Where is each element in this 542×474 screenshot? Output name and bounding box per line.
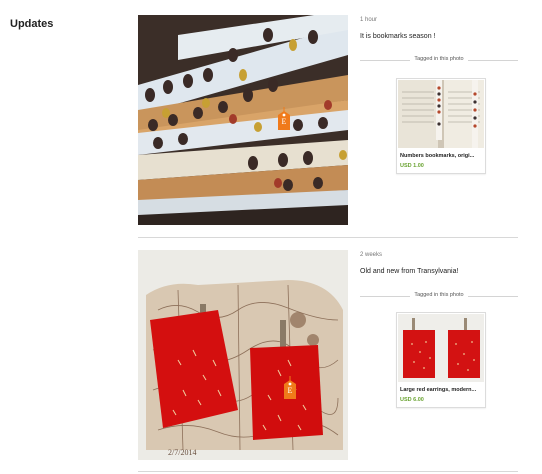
update-post: 2/7/2014 E 2 weeks Old and new from Tran…	[138, 250, 518, 460]
etsy-tag-letter: E	[281, 117, 287, 126]
update-post: E 1 hour It is bookmarks season ! Tagged…	[138, 15, 518, 225]
tagged-item-card[interactable]: Numbers bookmarks, origi... USD 1.00	[396, 78, 486, 174]
bookmarks-photo-image	[138, 15, 348, 225]
post-caption: It is bookmarks season !	[360, 33, 436, 40]
item-name[interactable]: Large red earrings, modern...	[400, 387, 482, 393]
item-price: USD 1.00	[400, 163, 424, 169]
tagged-label: Tagged in this photo	[410, 56, 468, 62]
earrings-photo-image: 2/7/2014	[138, 250, 348, 460]
tagged-divider: Tagged in this photo	[360, 291, 518, 301]
post-time: 1 hour	[360, 17, 378, 23]
etsy-tag-letter: E	[287, 386, 293, 395]
tagged-divider: Tagged in this photo	[360, 55, 518, 65]
section-title: Updates	[10, 18, 54, 30]
post-photo-earrings[interactable]: 2/7/2014 E	[138, 250, 348, 460]
svg-text:2/7/2014: 2/7/2014	[168, 448, 196, 457]
tagged-item-card[interactable]: Large red earrings, modern... USD 6.00	[396, 312, 486, 408]
post-divider	[138, 471, 518, 472]
post-divider	[138, 237, 518, 238]
post-meta: 1 hour It is bookmarks season ! Tagged i…	[360, 15, 518, 174]
post-photo-bookmarks[interactable]: E	[138, 15, 348, 225]
post-time: 2 weeks	[360, 252, 383, 258]
post-meta: 2 weeks Old and new from Transylvania! T…	[360, 250, 518, 408]
post-caption: Old and new from Transylvania!	[360, 268, 459, 275]
item-thumbnail[interactable]	[398, 314, 484, 382]
item-thumbnail[interactable]	[398, 80, 484, 148]
etsy-tag-icon[interactable]: E	[276, 107, 292, 136]
item-price: USD 6.00	[400, 397, 424, 403]
tagged-label: Tagged in this photo	[410, 292, 468, 298]
etsy-tag-icon[interactable]: E	[282, 376, 298, 405]
item-name[interactable]: Numbers bookmarks, origi...	[400, 153, 482, 159]
